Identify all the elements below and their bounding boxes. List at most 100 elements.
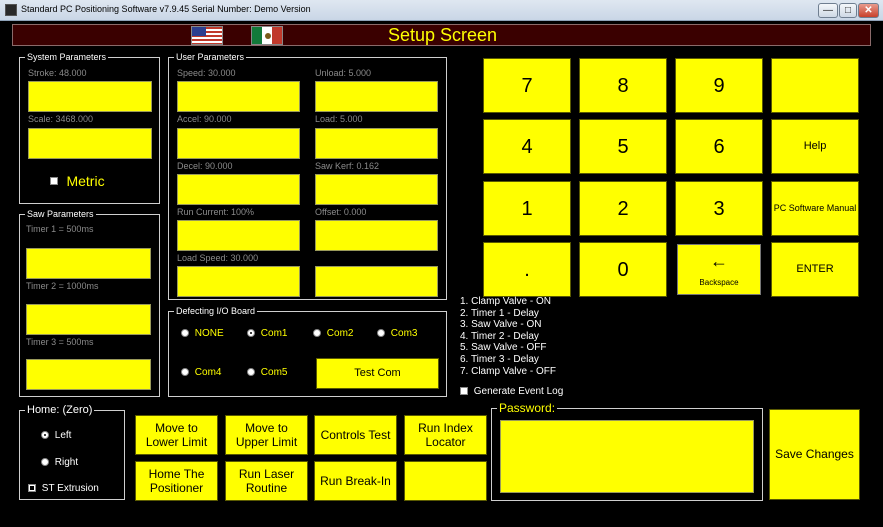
event-log-checkbox[interactable]: [460, 387, 468, 396]
radio-icon[interactable]: [181, 329, 189, 338]
key-2-button[interactable]: 2: [579, 181, 667, 236]
speed-field[interactable]: [177, 81, 300, 112]
run-index-locator-button[interactable]: Run Index Locator: [404, 415, 487, 455]
key-9-button[interactable]: 9: [675, 58, 763, 113]
group-legend: System Parameters: [25, 51, 109, 63]
decel-label: Decel: 90.000: [177, 161, 233, 171]
io-option-label: Com4: [194, 367, 222, 378]
radio-icon[interactable]: [313, 329, 321, 338]
blank-action-button[interactable]: [404, 461, 487, 501]
key-5-button[interactable]: 5: [579, 119, 667, 174]
home-right-option[interactable]: Right: [41, 457, 78, 468]
io-option-com1[interactable]: Com1: [247, 328, 287, 339]
list-item: 2. Timer 1 - Delay: [460, 307, 539, 319]
page-title: Setup Screen: [387, 25, 498, 45]
io-option-com2[interactable]: Com2: [313, 328, 353, 339]
home-left-option[interactable]: Left: [41, 430, 71, 441]
saw-kerf-field[interactable]: [315, 174, 438, 205]
enter-button[interactable]: ENTER: [771, 242, 859, 297]
blank-key-button[interactable]: [771, 58, 859, 113]
key-7-button[interactable]: 7: [483, 58, 571, 113]
maximize-button[interactable]: □: [839, 3, 857, 18]
radio-icon[interactable]: [41, 458, 49, 467]
list-item: 6. Timer 3 - Delay: [460, 353, 539, 365]
io-option-label: Com1: [260, 328, 288, 339]
run-current-field[interactable]: [177, 220, 300, 251]
load-speed-label: Load Speed: 30.000: [177, 253, 259, 263]
group-legend: User Parameters: [174, 51, 247, 63]
io-board-group: Defecting I/O Board NONE Com1 Com2 Com3 …: [168, 305, 447, 397]
group-legend: Defecting I/O Board: [174, 305, 258, 317]
st-extrusion-option[interactable]: ST Extrusion: [28, 483, 99, 494]
backspace-button[interactable]: ← Backspace: [675, 242, 763, 297]
key-0-button[interactable]: 0: [579, 242, 667, 297]
move-lower-limit-button[interactable]: Move to Lower Limit: [135, 415, 218, 455]
load-field[interactable]: [315, 128, 438, 159]
offset-label: Offset: 0.000: [315, 207, 367, 217]
timer2-field[interactable]: [26, 304, 151, 335]
key-dot-button[interactable]: .: [483, 242, 571, 297]
radio-icon[interactable]: [247, 368, 255, 377]
password-group: Password:: [491, 402, 763, 501]
io-option-label: Com5: [260, 367, 288, 378]
save-changes-button[interactable]: Save Changes: [769, 409, 860, 500]
stroke-label: Stroke: 48.000: [28, 68, 87, 78]
run-current-label: Run Current: 100%: [177, 207, 255, 217]
close-button[interactable]: ✕: [858, 3, 879, 18]
group-legend: Home: (Zero): [25, 404, 95, 416]
io-option-com5[interactable]: Com5: [247, 367, 287, 378]
controls-test-button[interactable]: Controls Test: [314, 415, 397, 455]
us-flag-icon[interactable]: [191, 26, 223, 45]
key-1-button[interactable]: 1: [483, 181, 571, 236]
minimize-button[interactable]: —: [818, 3, 838, 18]
extra-user-field[interactable]: [315, 266, 438, 297]
radio-selected-icon[interactable]: [247, 329, 255, 338]
window-title: Standard PC Positioning Software v7.9.45…: [21, 4, 311, 14]
radio-selected-icon[interactable]: [41, 431, 49, 440]
pc-software-manual-button[interactable]: PC Software Manual: [771, 181, 859, 236]
key-8-button[interactable]: 8: [579, 58, 667, 113]
io-option-com3[interactable]: Com3: [377, 328, 417, 339]
key-3-button[interactable]: 3: [675, 181, 763, 236]
window-titlebar: Standard PC Positioning Software v7.9.45…: [0, 0, 883, 21]
accel-field[interactable]: [177, 128, 300, 159]
decel-field[interactable]: [177, 174, 300, 205]
system-parameters-group: System Parameters Stroke: 48.000 Scale: …: [19, 51, 160, 204]
offset-field[interactable]: [315, 220, 438, 251]
password-field[interactable]: [500, 420, 754, 493]
metric-option[interactable]: Metric: [50, 172, 105, 190]
radio-icon[interactable]: [181, 368, 189, 377]
list-item: 7. Clamp Valve - OFF: [460, 365, 556, 377]
io-option-none[interactable]: NONE: [181, 328, 224, 339]
run-laser-routine-button[interactable]: Run Laser Routine: [225, 461, 308, 501]
timer3-field[interactable]: [26, 359, 151, 390]
key-6-button[interactable]: 6: [675, 119, 763, 174]
io-option-com4[interactable]: Com4: [181, 367, 221, 378]
generate-event-log-option[interactable]: Generate Event Log: [460, 386, 563, 397]
move-upper-limit-button[interactable]: Move to Upper Limit: [225, 415, 308, 455]
scale-field[interactable]: [28, 128, 152, 159]
radio-icon[interactable]: [377, 329, 385, 338]
user-parameters-group: User Parameters Speed: 30.000 Unload: 5.…: [168, 51, 447, 300]
accel-label: Accel: 90.000: [177, 114, 232, 124]
load-speed-field[interactable]: [177, 266, 300, 297]
home-right-label: Right: [54, 457, 79, 468]
st-extrusion-label: ST Extrusion: [41, 483, 99, 494]
home-positioner-button[interactable]: Home The Positioner: [135, 461, 218, 501]
help-button[interactable]: Help: [771, 119, 859, 174]
app-icon: [5, 4, 17, 16]
backspace-label: Backspace: [699, 277, 739, 287]
st-extrusion-checkbox[interactable]: [28, 484, 36, 493]
mexico-flag-icon[interactable]: [251, 26, 283, 45]
timer1-field[interactable]: [26, 248, 151, 279]
unload-label: Unload: 5.000: [315, 68, 372, 78]
run-break-in-button[interactable]: Run Break-In: [314, 461, 397, 501]
mexico-flag-seal: [265, 33, 271, 39]
saw-kerf-label: Saw Kerf: 0.162: [315, 161, 380, 171]
unload-field[interactable]: [315, 81, 438, 112]
test-com-button[interactable]: Test Com: [316, 358, 439, 389]
metric-checkbox[interactable]: [50, 176, 58, 185]
stroke-field[interactable]: [28, 81, 152, 112]
metric-label: Metric: [66, 172, 105, 189]
key-4-button[interactable]: 4: [483, 119, 571, 174]
